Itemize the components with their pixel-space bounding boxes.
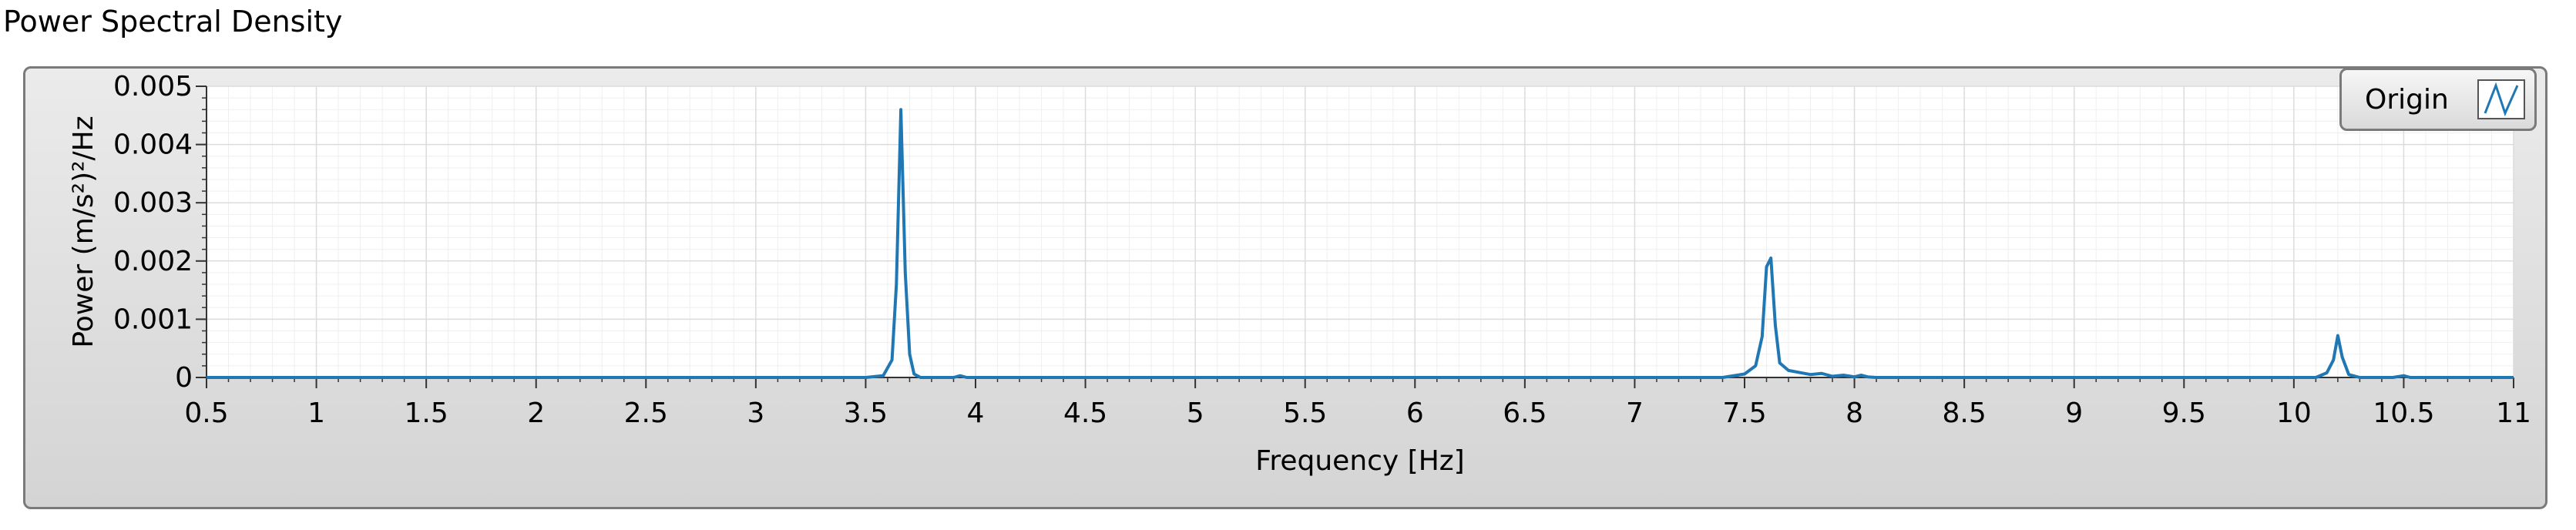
y-axis-ticks: 0 0.001 0.002 0.003 0.004 0.005 — [113, 71, 207, 394]
legend-entry-label: Origin — [2365, 84, 2449, 116]
x-tick-label: 4.5 — [1063, 398, 1107, 429]
x-tick-label: 4 — [967, 398, 985, 429]
x-tick-label: 7 — [1626, 398, 1644, 429]
x-tick-label: 8.5 — [1943, 398, 1987, 429]
y-tick-label: 0.003 — [113, 187, 193, 219]
x-tick-label: 6.5 — [1503, 398, 1547, 429]
x-tick-label: 5.5 — [1283, 398, 1327, 429]
x-tick-label: 2 — [527, 398, 545, 429]
x-axis-ticks: 0.5 1 1.5 2 2.5 3 3.5 4 4.5 5 5.5 6 6.5 7 7.5 8 8.5 9 9.5 1… — [184, 377, 2531, 429]
x-tick-label: 5 — [1187, 398, 1204, 429]
x-tick-label: 1 — [307, 398, 325, 429]
x-tick-label: 8 — [1846, 398, 1863, 429]
y-tick-label: 0 — [175, 362, 193, 394]
y-tick-label: 0.002 — [113, 246, 193, 277]
plot-area[interactable] — [207, 86, 2514, 377]
x-axis-label: Frequency [Hz] — [1255, 445, 1464, 477]
x-tick-label: 10 — [2276, 398, 2312, 429]
x-tick-label: 6 — [1406, 398, 1424, 429]
x-tick-label: 10.5 — [2373, 398, 2434, 429]
x-tick-label: 9 — [2065, 398, 2083, 429]
x-tick-label: 2.5 — [624, 398, 668, 429]
x-tick-label: 3 — [747, 398, 764, 429]
x-tick-label: 9.5 — [2162, 398, 2206, 429]
y-tick-label: 0.001 — [113, 304, 193, 335]
x-tick-label: 11 — [2496, 398, 2531, 429]
line-swatch-icon — [2484, 82, 2519, 117]
line-style-swatch-icon[interactable] — [2477, 79, 2525, 119]
plot-legend[interactable]: Origin — [2339, 68, 2537, 131]
x-tick-label: 0.5 — [184, 398, 228, 429]
x-tick-label: 7.5 — [1722, 398, 1766, 429]
psd-chart[interactable]: 0.5 1 1.5 2 2.5 3 3.5 4 4.5 5 5.5 6 6.5 7 7.5 8 8.5 9 9.5 1… — [0, 0, 2576, 530]
x-tick-label: 3.5 — [844, 398, 888, 429]
y-tick-label: 0.005 — [113, 71, 193, 102]
y-axis-label: Power (m/s²)²/Hz — [68, 116, 99, 347]
y-tick-label: 0.004 — [113, 129, 193, 161]
x-tick-label: 1.5 — [405, 398, 448, 429]
